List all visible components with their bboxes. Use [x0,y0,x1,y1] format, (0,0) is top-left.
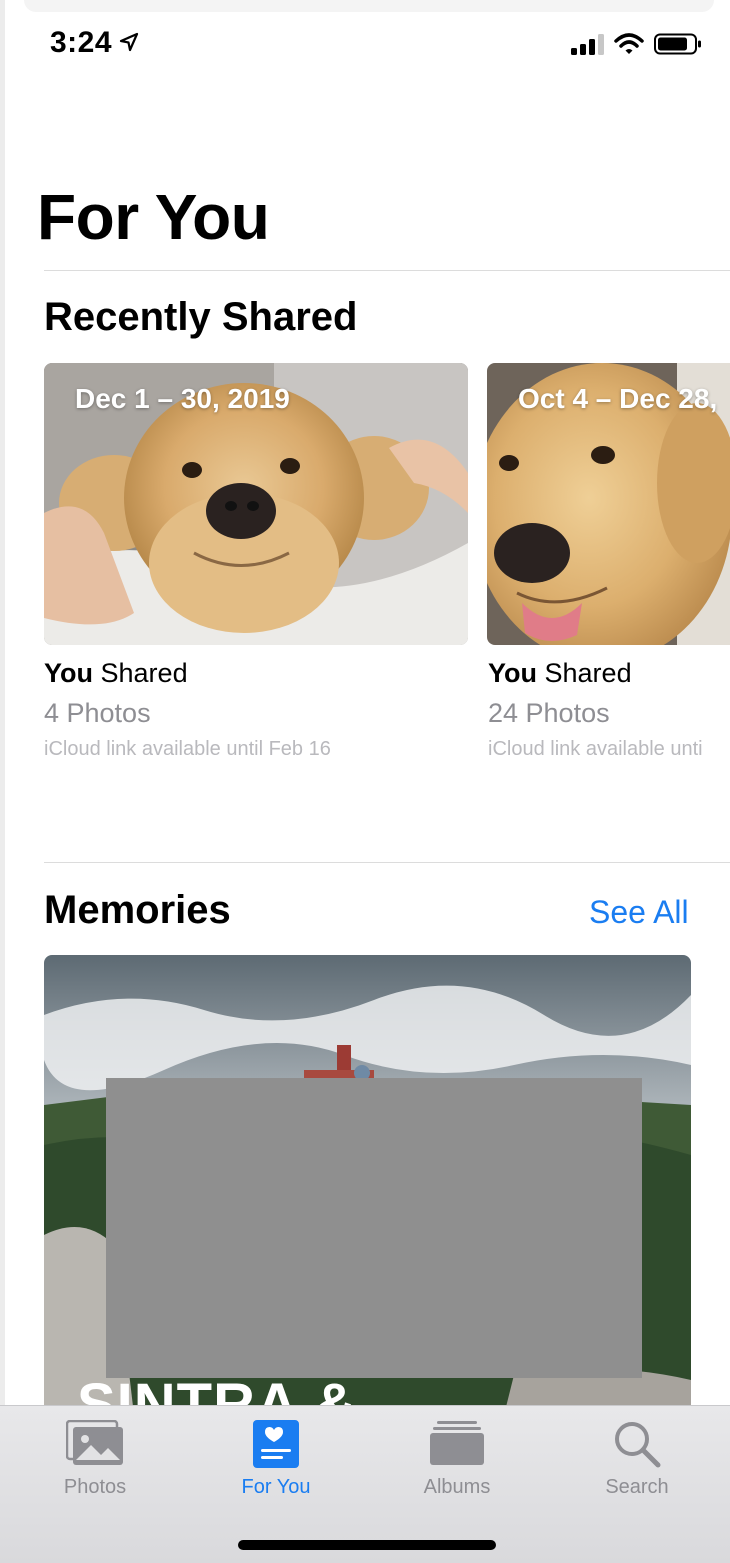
photos-icon [66,1420,123,1465]
battery-icon [654,33,701,55]
shared-album-photo-count: 4 Photos [44,698,151,728]
search-icon [615,1422,661,1468]
see-all-memories-link[interactable]: See All [589,894,689,931]
tab-for-you[interactable]: For You [216,1406,336,1516]
screen-edge [0,0,5,1562]
tab-search[interactable]: Search [577,1406,697,1516]
shared-album-link-note: iCloud link available until Feb 16 [44,738,331,760]
location-arrow-icon [119,32,139,52]
page-title: For You [37,181,270,253]
tab-for-you-label: For You [241,1476,311,1498]
tab-photos[interactable]: Photos [35,1406,155,1516]
shared-album-sharer: You Shared [488,658,632,688]
tab-photos-label: Photos [63,1476,127,1498]
shared-album-photo-count: 24 Photos [488,698,610,728]
redacted-area [106,1078,642,1378]
shared-album-card-1[interactable]: Dec 1 – 30, 2019 [44,363,468,645]
title-divider [44,270,730,271]
recently-shared-heading: Recently Shared [44,295,358,339]
tab-albums[interactable]: Albums [397,1406,517,1516]
shared-album-card-2[interactable]: Oct 4 – Dec 28, [487,363,730,645]
shared-album-sharer: You Shared [44,658,188,688]
memories-heading: Memories [44,888,231,932]
top-shadow-bar [24,0,714,12]
status-time: 3:24 [50,26,113,59]
for-you-icon [253,1420,299,1468]
shared-album-date: Oct 4 – Dec 28, [518,383,718,414]
tab-albums-label: Albums [423,1476,491,1498]
shared-album-link-note: iCloud link available unti [488,738,703,760]
home-indicator[interactable] [238,1540,496,1550]
shared-album-date: Dec 1 – 30, 2019 [75,383,290,414]
wifi-icon [614,33,644,54]
tab-search-label: Search [605,1476,669,1498]
albums-icon [430,1421,484,1465]
memories-divider [44,862,730,863]
featured-memory-card[interactable]: SINTRA & [44,955,691,1415]
cellular-signal-icon [571,34,604,55]
